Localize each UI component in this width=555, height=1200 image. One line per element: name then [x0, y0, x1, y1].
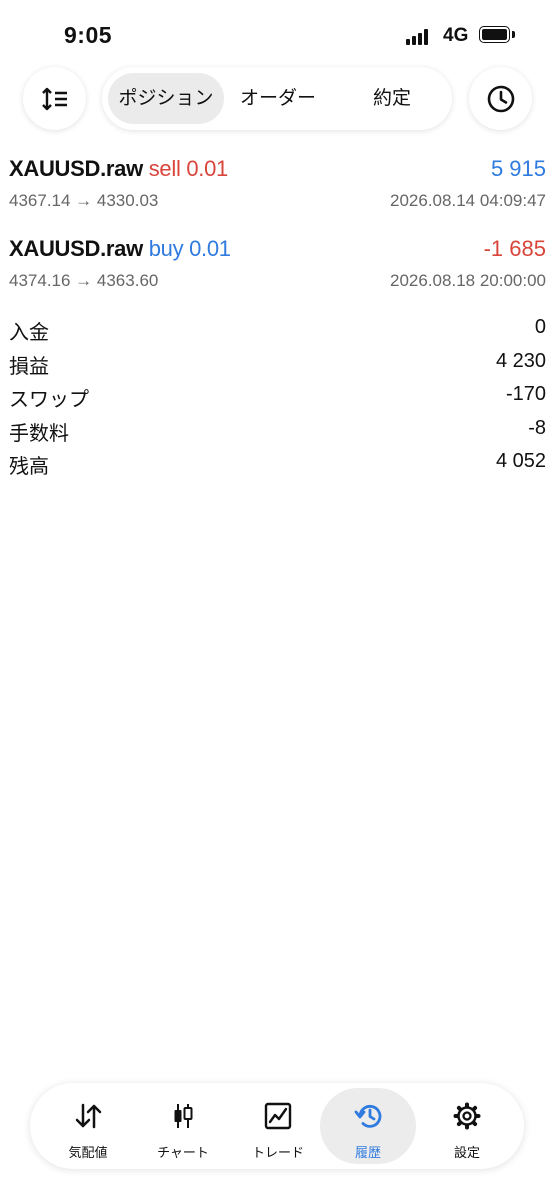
gear-icon: [453, 1102, 481, 1130]
status-time: 9:05: [64, 22, 113, 48]
clock-icon: [487, 85, 514, 112]
history-filter-button[interactable]: [469, 67, 532, 130]
tab-trade[interactable]: トレード: [230, 1088, 326, 1164]
trade-symbol: XAUUSD.raw: [9, 156, 143, 181]
sort-button[interactable]: [23, 67, 86, 130]
trade-row[interactable]: XAUUSD.raw buy 0.01 -1 685 4374.16 → 436…: [9, 236, 546, 306]
trade-direction: sell 0.01: [148, 156, 229, 181]
trade-symbol-line: XAUUSD.raw buy 0.01: [9, 236, 231, 262]
candlestick-icon: [174, 1104, 193, 1128]
summary-label: 入金: [9, 322, 49, 344]
tab-deals[interactable]: 約定: [338, 73, 446, 124]
trade-direction: buy 0.01: [148, 236, 231, 261]
trade-row[interactable]: XAUUSD.raw sell 0.01 5 915 4367.14 → 433…: [9, 156, 546, 226]
battery-icon: [479, 26, 510, 43]
sort-icon: [41, 87, 67, 110]
summary-value: 4 230: [495, 349, 546, 372]
tab-quotes[interactable]: 気配値: [40, 1088, 136, 1164]
trade-symbol-line: XAUUSD.raw sell 0.01: [9, 156, 228, 182]
summary-row-swap: スワップ -170: [9, 381, 546, 415]
trade-profit: 5 915: [490, 156, 546, 181]
summary-section: 入金 0 損益 4 230 スワップ -170 手数料 -8 残高 4 052: [9, 314, 546, 482]
summary-row-balance: 残高 4 052: [9, 448, 546, 482]
trade-prices: 4367.14 → 4330.03: [9, 191, 159, 210]
tab-label: 設定: [453, 1145, 480, 1160]
status-bar: 9:05 4G: [0, 0, 555, 70]
signal-icon: [406, 29, 432, 45]
tab-settings[interactable]: 設定: [419, 1088, 515, 1164]
quotes-arrows-icon: [75, 1103, 102, 1129]
history-icon: [354, 1104, 382, 1128]
tab-label: チャート: [157, 1145, 209, 1160]
summary-value: 4 052: [495, 450, 546, 472]
summary-row-profit: 損益 4 230: [9, 348, 546, 382]
trade-prices: 4374.16 → 4363.60: [9, 271, 159, 290]
tab-history[interactable]: 履歴: [320, 1088, 416, 1164]
summary-label: 損益: [9, 355, 49, 378]
trade-datetime: 2026.08.18 20:00:00: [390, 271, 546, 290]
trade-chart-icon: [264, 1102, 292, 1130]
summary-label: 残高: [9, 456, 49, 478]
tab-label: 履歴: [354, 1145, 381, 1160]
summary-label: スワップ: [9, 389, 89, 411]
tab-label: トレード: [251, 1145, 304, 1160]
summary-value: -8: [528, 416, 546, 439]
battery-cap: [512, 31, 515, 38]
summary-row-commission: 手数料 -8: [9, 415, 546, 449]
segment-control: ポジション オーダー 約定: [102, 67, 452, 130]
summary-label: 手数料: [9, 422, 69, 445]
tab-chart[interactable]: チャート: [135, 1088, 231, 1164]
trade-profit: -1 685: [483, 236, 546, 261]
network-type: 4G: [443, 25, 469, 46]
tab-orders[interactable]: オーダー: [226, 73, 330, 124]
bottom-tab-bar: 気配値 チャート トレード 履歴 設定: [30, 1083, 524, 1169]
summary-row-deposit: 入金 0: [9, 314, 546, 348]
tab-positions[interactable]: ポジション: [108, 73, 224, 124]
tab-label: 気配値: [68, 1145, 108, 1160]
trade-datetime: 2026.08.14 04:09:47: [390, 191, 546, 210]
summary-value: 0: [534, 316, 546, 338]
summary-value: -170: [505, 383, 546, 405]
trade-symbol: XAUUSD.raw: [9, 236, 143, 261]
